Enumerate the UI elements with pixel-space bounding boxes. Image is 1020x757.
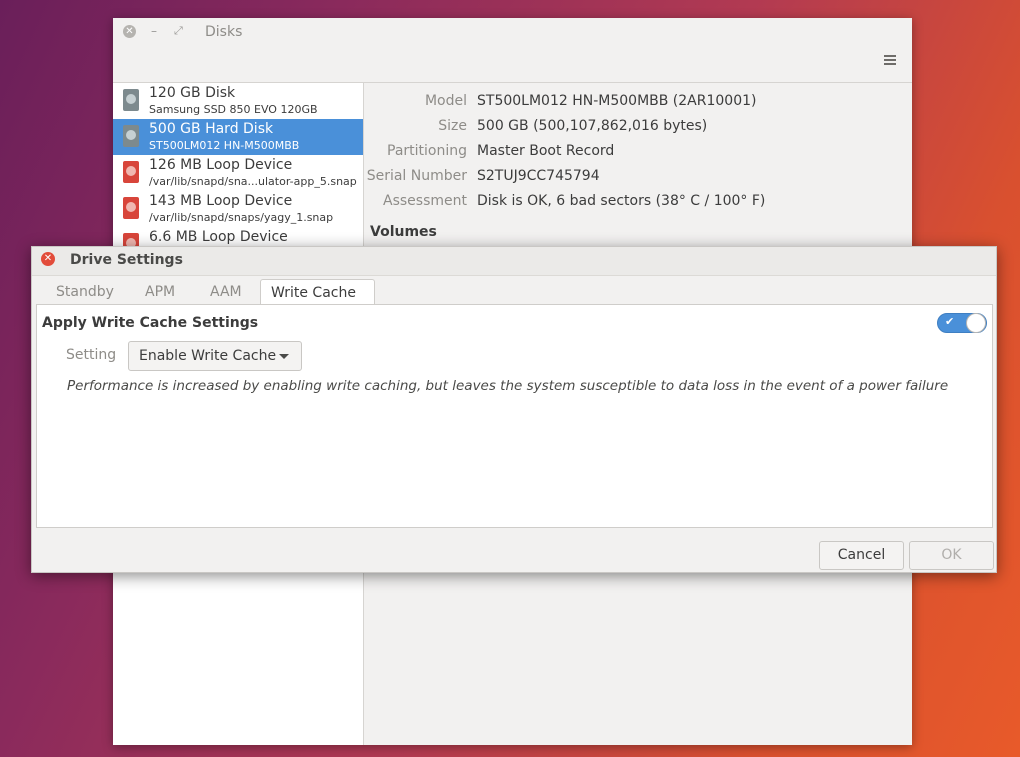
tab-write-cache[interactable]: Write Cache — [260, 279, 375, 305]
drive-subtitle: ST500LM012 HN-M500MBB — [149, 139, 300, 152]
loop-device-icon — [123, 197, 139, 219]
setting-label: Setting — [66, 347, 117, 363]
tab-standby[interactable]: Standby — [46, 279, 124, 305]
volumes-heading: Volumes — [370, 224, 437, 240]
window-maximize-icon[interactable]: ⤢ — [174, 24, 183, 38]
hard-disk-icon — [123, 125, 139, 147]
detail-label: Assessment — [383, 193, 467, 209]
detail-value: S2TUJ9CC745794 — [477, 168, 600, 184]
drive-name: 120 GB Disk — [149, 85, 236, 101]
dialog-header: ✕ Drive Settings — [32, 247, 996, 276]
window-close-icon[interactable]: ✕ — [123, 25, 136, 38]
detail-label: Size — [438, 118, 467, 134]
write-cache-panel: Apply Write Cache Settings ✔ Setting Ena… — [36, 304, 993, 528]
hard-disk-icon — [123, 89, 139, 111]
cancel-button[interactable]: Cancel — [819, 541, 904, 570]
write-cache-description: Performance is increased by enabling wri… — [67, 378, 949, 394]
dialog-title: Drive Settings — [70, 252, 183, 268]
drive-item-120gb-disk[interactable]: 120 GB Disk Samsung SSD 850 EVO 120GB — [113, 83, 363, 119]
close-icon[interactable]: ✕ — [41, 252, 55, 266]
drive-subtitle: /var/lib/snapd/snaps/yagy_1.snap — [149, 211, 334, 224]
drive-name: 126 MB Loop Device — [149, 157, 293, 173]
detail-row-assessment: Assessment Disk is OK, 6 bad sectors (38… — [364, 193, 912, 213]
detail-value: 500 GB (500,107,862,016 bytes) — [477, 118, 708, 134]
drive-subtitle: /var/lib/snapd/sna...ulator-app_5.snap — [149, 175, 357, 188]
drive-name: 6.6 MB Loop Device — [149, 229, 288, 245]
drive-settings-dialog: ✕ Drive Settings Standby APM AAM Write C… — [31, 246, 997, 573]
detail-row-size: Size 500 GB (500,107,862,016 bytes) — [364, 118, 912, 138]
ok-button[interactable]: OK — [909, 541, 994, 570]
apply-settings-heading: Apply Write Cache Settings — [42, 315, 259, 331]
write-cache-setting-dropdown[interactable]: Enable Write Cache — [128, 341, 302, 371]
tab-apm[interactable]: APM — [135, 279, 185, 305]
loop-device-icon — [123, 161, 139, 183]
dropdown-value: Enable Write Cache — [139, 348, 277, 364]
toggle-knob — [966, 313, 986, 333]
detail-value: Master Boot Record — [477, 143, 615, 159]
drive-item-500gb-hard-disk[interactable]: 500 GB Hard Disk ST500LM012 HN-M500MBB — [113, 119, 363, 155]
tab-bar: Standby APM AAM Write Cache — [36, 279, 992, 305]
checkmark-icon: ✔ — [945, 315, 955, 328]
detail-label: Model — [424, 93, 467, 109]
menu-icon[interactable] — [884, 55, 896, 67]
drive-name: 143 MB Loop Device — [149, 193, 293, 209]
detail-row-partitioning: Partitioning Master Boot Record — [364, 143, 912, 163]
tab-aam[interactable]: AAM — [200, 279, 252, 305]
detail-row-serial: Serial Number S2TUJ9CC745794 — [364, 168, 912, 188]
detail-label: Partitioning — [387, 143, 467, 159]
detail-row-model: Model ST500LM012 HN-M500MBB (2AR10001) — [364, 93, 912, 113]
detail-label: Serial Number — [366, 168, 467, 184]
drive-item-126mb-loop[interactable]: 126 MB Loop Device /var/lib/snapd/sna...… — [113, 155, 363, 191]
drive-item-143mb-loop[interactable]: 143 MB Loop Device /var/lib/snapd/snaps/… — [113, 191, 363, 227]
dropdown-arrow-icon — [279, 354, 289, 359]
window-minimize-icon[interactable]: – — [151, 24, 157, 38]
detail-value: ST500LM012 HN-M500MBB (2AR10001) — [477, 93, 757, 109]
disks-titlebar: ✕ – ⤢ Disks — [113, 18, 912, 83]
apply-write-cache-toggle[interactable]: ✔ — [937, 313, 987, 333]
detail-value: Disk is OK, 6 bad sectors (38° C / 100° … — [477, 193, 766, 209]
drive-name: 500 GB Hard Disk — [149, 121, 274, 137]
window-title: Disks — [205, 24, 243, 40]
drive-subtitle: Samsung SSD 850 EVO 120GB — [149, 103, 318, 116]
